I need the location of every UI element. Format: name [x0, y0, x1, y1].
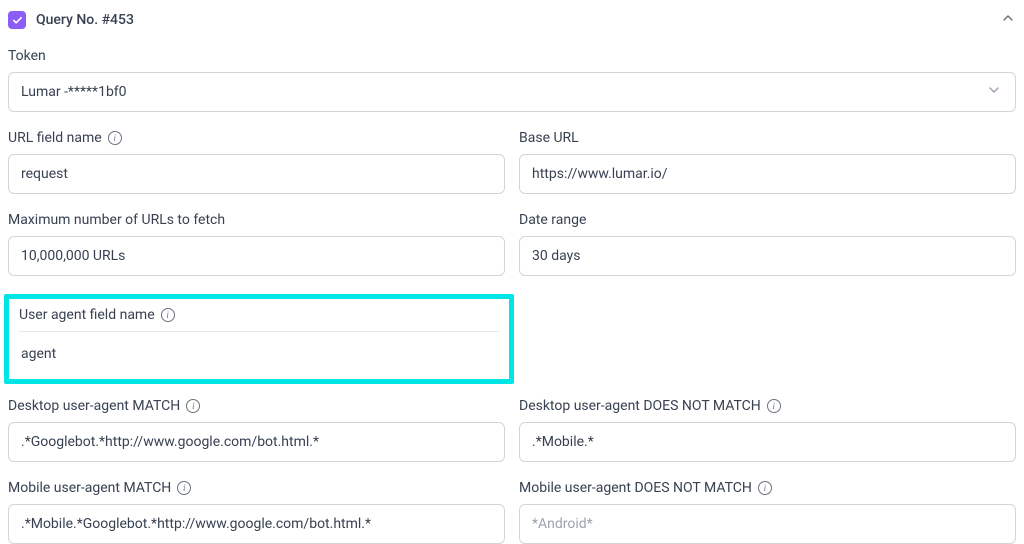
desktop-not-match-input[interactable]	[519, 422, 1016, 462]
base-url-section: Base URL	[519, 130, 1016, 194]
base-url-input[interactable]	[519, 154, 1016, 194]
token-section: Token	[8, 48, 1016, 112]
user-agent-field-input[interactable]	[19, 331, 499, 369]
token-select[interactable]	[8, 72, 1016, 112]
date-range-section: Date range	[519, 212, 1016, 276]
url-field-label: URL field name	[8, 130, 102, 146]
user-agent-highlight: User agent field name i	[4, 294, 514, 384]
date-range-input[interactable]	[519, 236, 1016, 276]
info-icon[interactable]: i	[108, 131, 122, 145]
info-icon[interactable]: i	[177, 481, 191, 495]
desktop-not-match-label: Desktop user-agent DOES NOT MATCH	[519, 398, 761, 414]
mobile-not-match-label: Mobile user-agent DOES NOT MATCH	[519, 480, 752, 496]
user-agent-field-label: User agent field name	[19, 307, 155, 323]
chevron-up-icon[interactable]	[1000, 10, 1016, 30]
info-icon[interactable]: i	[758, 481, 772, 495]
info-icon[interactable]: i	[186, 399, 200, 413]
max-urls-section: Maximum number of URLs to fetch	[8, 212, 505, 276]
mobile-match-label: Mobile user-agent MATCH	[8, 480, 171, 496]
info-icon[interactable]: i	[767, 399, 781, 413]
token-label: Token	[8, 48, 46, 64]
url-field-input[interactable]	[8, 154, 505, 194]
info-icon[interactable]: i	[161, 308, 175, 322]
url-field-section: URL field name i	[8, 130, 505, 194]
query-title: Query No. #453	[36, 12, 134, 28]
desktop-match-label: Desktop user-agent MATCH	[8, 398, 180, 414]
mobile-not-match-section: Mobile user-agent DOES NOT MATCH i	[519, 480, 1016, 544]
desktop-match-input[interactable]	[8, 422, 505, 462]
mobile-not-match-input[interactable]	[519, 504, 1016, 544]
query-header-left: Query No. #453	[8, 11, 134, 29]
base-url-label: Base URL	[519, 130, 579, 146]
desktop-not-match-section: Desktop user-agent DOES NOT MATCH i	[519, 398, 1016, 462]
max-urls-input[interactable]	[8, 236, 505, 276]
checkmark-icon	[8, 11, 26, 29]
max-urls-label: Maximum number of URLs to fetch	[8, 212, 225, 228]
date-range-label: Date range	[519, 212, 586, 228]
desktop-match-section: Desktop user-agent MATCH i	[8, 398, 505, 462]
mobile-match-section: Mobile user-agent MATCH i	[8, 480, 505, 544]
mobile-match-input[interactable]	[8, 504, 505, 544]
query-header[interactable]: Query No. #453	[8, 10, 1016, 30]
